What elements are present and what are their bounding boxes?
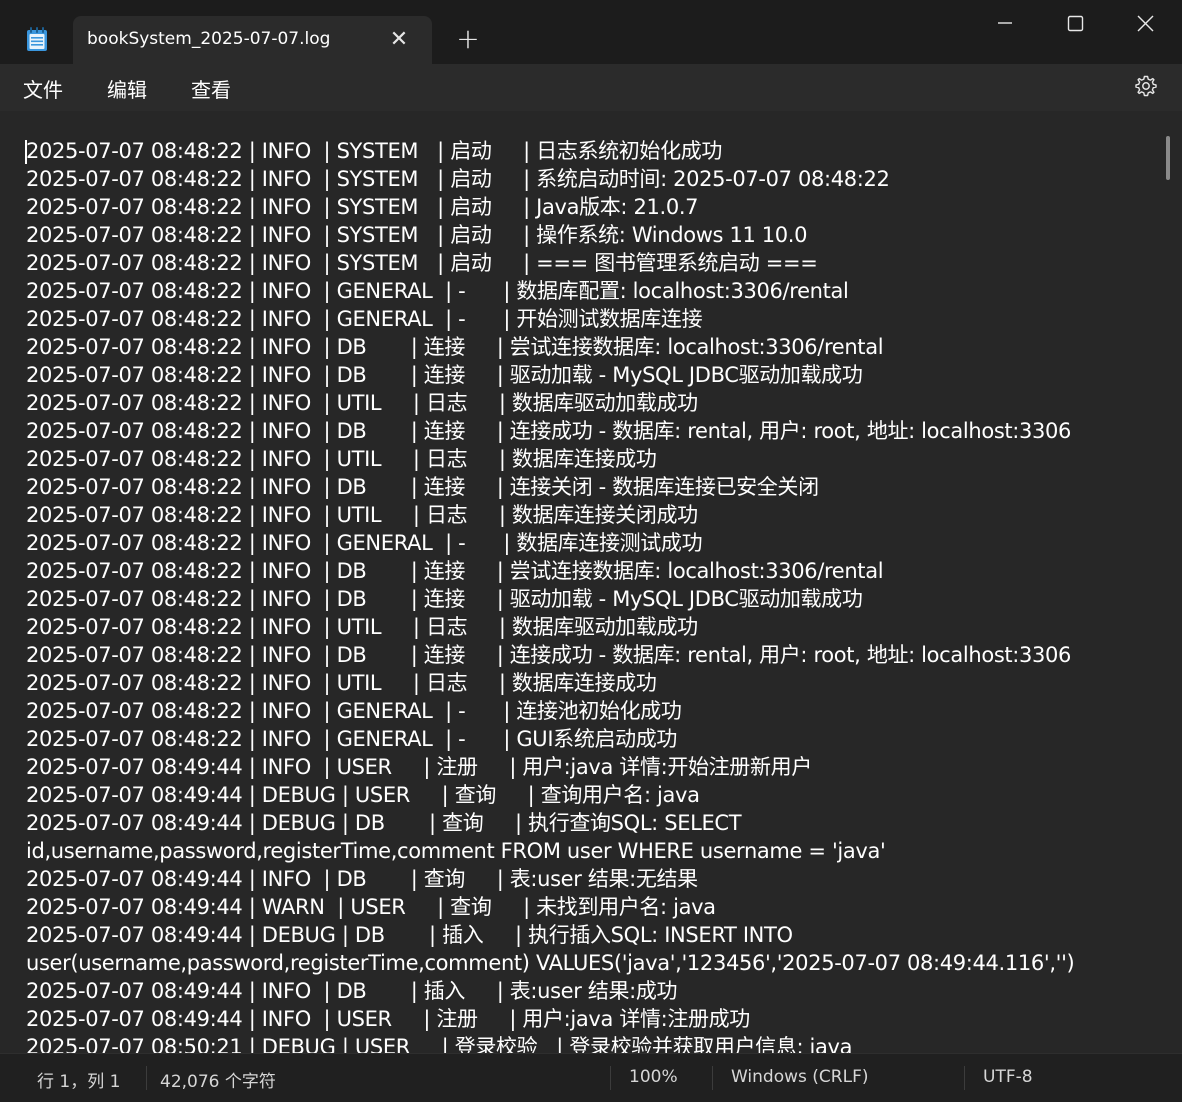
notepad-app-icon [27, 27, 47, 51]
log-line[interactable]: 2025-07-07 08:49:44 | DEBUG | DB | 插入 | … [26, 921, 1156, 949]
log-line[interactable]: 2025-07-07 08:48:22 | INFO | GENERAL | -… [26, 725, 1156, 753]
log-line[interactable]: 2025-07-07 08:49:44 | INFO | USER | 注册 |… [26, 1005, 1156, 1033]
cursor-position[interactable]: 行 1，列 1 [37, 1067, 120, 1092]
status-bar: 行 1，列 1 42,076 个字符 100% Windows (CRLF) U… [0, 1053, 1182, 1102]
status-separator [964, 1066, 965, 1090]
log-line[interactable]: 2025-07-07 08:48:22 | INFO | DB | 连接 | 连… [26, 417, 1156, 445]
vertical-scrollbar-thumb[interactable] [1166, 136, 1170, 180]
log-line[interactable]: 2025-07-07 08:48:22 | INFO | SYSTEM | 启动… [26, 221, 1156, 249]
log-line[interactable]: 2025-07-07 08:48:22 | INFO | UTIL | 日志 |… [26, 445, 1156, 473]
log-line[interactable]: 2025-07-07 08:48:22 | INFO | GENERAL | -… [26, 697, 1156, 725]
log-line[interactable]: 2025-07-07 08:48:22 | INFO | UTIL | 日志 |… [26, 389, 1156, 417]
settings-gear-icon[interactable] [1134, 74, 1158, 98]
log-line[interactable]: 2025-07-07 08:50:21 | DEBUG | USER | 登录校… [26, 1033, 1156, 1053]
text-caret [25, 140, 27, 164]
log-line[interactable]: 2025-07-07 08:49:44 | INFO | USER | 注册 |… [26, 753, 1156, 781]
status-separator [610, 1066, 611, 1090]
log-line[interactable]: 2025-07-07 08:49:44 | DEBUG | USER | 查询 … [26, 781, 1156, 809]
log-line[interactable]: id,username,password,registerTime,commen… [26, 837, 1156, 865]
log-line[interactable]: user(username,password,registerTime,comm… [26, 949, 1156, 977]
log-line[interactable]: 2025-07-07 08:49:44 | WARN | USER | 查询 |… [26, 893, 1156, 921]
close-icon [1137, 15, 1154, 32]
log-line[interactable]: 2025-07-07 08:48:22 | INFO | DB | 连接 | 尝… [26, 333, 1156, 361]
new-tab-button[interactable]: + [452, 24, 484, 56]
log-line[interactable]: 2025-07-07 08:48:22 | INFO | UTIL | 日志 |… [26, 669, 1156, 697]
minimize-icon [998, 22, 1012, 24]
log-line[interactable]: 2025-07-07 08:48:22 | INFO | UTIL | 日志 |… [26, 613, 1156, 641]
log-line[interactable]: 2025-07-07 08:49:44 | DEBUG | DB | 查询 | … [26, 809, 1156, 837]
log-line[interactable]: 2025-07-07 08:48:22 | INFO | SYSTEM | 启动… [26, 137, 1156, 165]
log-line[interactable]: 2025-07-07 08:49:44 | INFO | DB | 查询 | 表… [26, 865, 1156, 893]
text-editor[interactable]: 2025-07-07 08:48:22 | INFO | SYSTEM | 启动… [0, 111, 1182, 1053]
maximize-icon [1067, 15, 1084, 32]
maximize-button[interactable] [1040, 0, 1110, 46]
title-bar[interactable]: bookSystem_2025-07-07.log ✕ + [0, 0, 1182, 64]
zoom-level[interactable]: 100% [629, 1067, 678, 1087]
line-ending[interactable]: Windows (CRLF) [731, 1067, 869, 1087]
status-separator [712, 1066, 713, 1090]
log-line[interactable]: 2025-07-07 08:48:22 | INFO | SYSTEM | 启动… [26, 249, 1156, 277]
tab-title: bookSystem_2025-07-07.log [87, 29, 331, 49]
menu-bar: 文件 编辑 查看 [0, 64, 1182, 111]
log-line[interactable]: 2025-07-07 08:48:22 | INFO | DB | 连接 | 驱… [26, 361, 1156, 389]
menu-file[interactable]: 文件 [23, 74, 63, 103]
log-line[interactable]: 2025-07-07 08:48:22 | INFO | DB | 连接 | 尝… [26, 557, 1156, 585]
status-separator [146, 1066, 147, 1090]
close-tab-icon[interactable]: ✕ [385, 26, 413, 54]
log-line[interactable]: 2025-07-07 08:48:22 | INFO | DB | 连接 | 驱… [26, 585, 1156, 613]
log-content[interactable]: 2025-07-07 08:48:22 | INFO | SYSTEM | 启动… [26, 137, 1156, 1053]
close-window-button[interactable] [1110, 0, 1180, 46]
menu-edit[interactable]: 编辑 [107, 74, 147, 103]
log-line[interactable]: 2025-07-07 08:48:22 | INFO | SYSTEM | 启动… [26, 165, 1156, 193]
log-line[interactable]: 2025-07-07 08:48:22 | INFO | DB | 连接 | 连… [26, 473, 1156, 501]
log-line[interactable]: 2025-07-07 08:48:22 | INFO | UTIL | 日志 |… [26, 501, 1156, 529]
log-line[interactable]: 2025-07-07 08:48:22 | INFO | DB | 连接 | 连… [26, 641, 1156, 669]
tab-booksystem-log[interactable]: bookSystem_2025-07-07.log ✕ [73, 16, 432, 64]
log-line[interactable]: 2025-07-07 08:48:22 | INFO | GENERAL | -… [26, 529, 1156, 557]
log-line[interactable]: 2025-07-07 08:49:44 | INFO | DB | 插入 | 表… [26, 977, 1156, 1005]
notepad-window: bookSystem_2025-07-07.log ✕ + 文件 编辑 查看 2… [0, 0, 1182, 1102]
log-line[interactable]: 2025-07-07 08:48:22 | INFO | GENERAL | -… [26, 305, 1156, 333]
log-line[interactable]: 2025-07-07 08:48:22 | INFO | SYSTEM | 启动… [26, 193, 1156, 221]
menu-view[interactable]: 查看 [191, 74, 231, 103]
file-encoding[interactable]: UTF-8 [983, 1067, 1033, 1087]
minimize-button[interactable] [970, 0, 1040, 46]
character-count: 42,076 个字符 [160, 1072, 276, 1092]
log-line[interactable]: 2025-07-07 08:48:22 | INFO | GENERAL | -… [26, 277, 1156, 305]
